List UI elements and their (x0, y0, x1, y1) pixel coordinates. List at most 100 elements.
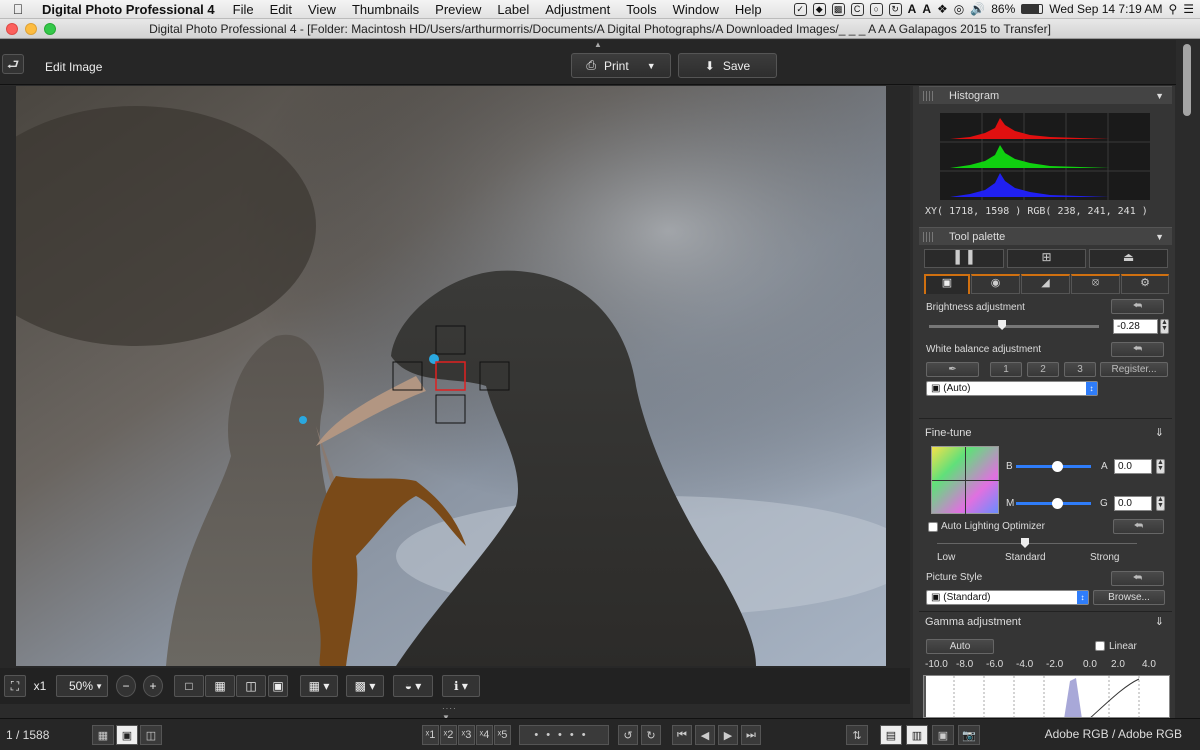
brightness-value-field[interactable]: -0.28 (1113, 319, 1158, 334)
adobe-icon-1[interactable]: A (908, 2, 917, 16)
search-status-icon[interactable]: ○ (869, 2, 883, 16)
wifi-icon[interactable]: ◎ (954, 2, 964, 16)
color-wheel-grid[interactable] (931, 446, 1000, 515)
drag-grip-icon[interactable] (923, 232, 933, 242)
previous-image-button[interactable]: ◀ (695, 725, 715, 745)
overlay-button[interactable]: ▣ (268, 675, 288, 697)
app-menu[interactable]: Digital Photo Professional 4 (36, 2, 225, 17)
grid-button[interactable]: ▦ ▾ (300, 675, 338, 697)
menu-adjustment[interactable]: Adjustment (537, 2, 618, 17)
drag-grip-icon[interactable] (923, 91, 933, 101)
g-value-field[interactable]: 0.0 (1114, 496, 1152, 511)
chevron-down-icon[interactable]: ▼ (647, 61, 656, 71)
menu-file[interactable]: File (225, 2, 262, 17)
back-button[interactable]: ⮐ (2, 54, 24, 74)
b-a-slider-knob[interactable] (1052, 461, 1063, 472)
brightness-stepper[interactable]: ▲ ▼ (1160, 319, 1169, 334)
picture-style-reset-button[interactable]: ⮪ (1111, 571, 1164, 586)
m-g-slider-knob[interactable] (1052, 498, 1063, 509)
thumbnail-grid-view-button[interactable]: ▦ (92, 725, 114, 745)
minimize-window-button[interactable] (25, 23, 37, 35)
rotate-left-button[interactable]: ↺ (618, 725, 638, 745)
rating-4-button[interactable]: ˣ4 (476, 725, 493, 745)
brightness-reset-button[interactable]: ⮪ (1111, 299, 1164, 314)
collapse-icon[interactable]: ⇓ (1155, 424, 1164, 442)
volume-icon[interactable]: 🔊 (970, 2, 985, 16)
collapse-icon[interactable]: ⇓ (1155, 613, 1164, 631)
subtab-basic[interactable]: ▣ (924, 274, 970, 294)
menu-tools[interactable]: Tools (618, 2, 664, 17)
bluetooth-icon[interactable]: ❖ (937, 2, 948, 16)
tool-tab-basic[interactable]: ▌▐ (924, 249, 1004, 268)
sort-button[interactable]: ⇅ (846, 725, 868, 745)
star-rating-dots[interactable]: ••••• (519, 725, 609, 745)
rotate-right-button[interactable]: ↻ (641, 725, 661, 745)
histogram-header[interactable]: Histogram ▼ (919, 86, 1172, 104)
subtab-detail[interactable]: ◉ (971, 274, 1020, 294)
wb-register-button[interactable]: Register... (1100, 362, 1168, 377)
wb-slot-3-button[interactable]: 3 (1064, 362, 1096, 377)
checkmark-status-icon[interactable]: ✓ (793, 2, 807, 16)
zoom-out-button[interactable]: − (116, 675, 136, 697)
subtab-tone[interactable]: ◢ (1021, 274, 1070, 294)
white-balance-select[interactable]: ▣ (Auto) ↕ (926, 381, 1098, 396)
layout-1-button[interactable]: ▤ (880, 725, 902, 745)
fine-tune-header[interactable]: Fine-tune ⇓ (919, 424, 1172, 442)
notification-center-icon[interactable]: ☰ (1183, 2, 1194, 16)
browse-button[interactable]: Browse... (1093, 590, 1165, 605)
gamma-graph[interactable] (923, 675, 1170, 718)
af-point-button[interactable]: □ (174, 675, 204, 697)
single-view-button[interactable]: ▣ (116, 725, 138, 745)
info-button[interactable]: ℹ ▾ (442, 675, 480, 697)
picture-style-select[interactable]: ▣ (Standard) ↕ (926, 590, 1089, 605)
filmstrip-view-button[interactable]: ◫ (140, 725, 162, 745)
battery-icon[interactable] (1021, 4, 1044, 14)
tool-tab-stamp[interactable]: ⏏ (1089, 249, 1168, 268)
white-balance-reset-button[interactable]: ⮪ (1111, 342, 1164, 357)
gamma-auto-button[interactable]: Auto (926, 639, 994, 654)
screen-icon[interactable]: ▩ (831, 2, 845, 16)
photo-canvas[interactable] (16, 86, 886, 666)
close-window-button[interactable] (6, 23, 18, 35)
layout-3-button[interactable]: ▣ (932, 725, 954, 745)
clock[interactable]: Wed Sep 14 7:19 AM (1049, 2, 1162, 16)
camera-button[interactable]: 📷 (958, 725, 980, 745)
auto-lighting-slider-knob[interactable] (1021, 538, 1029, 548)
a-value-field[interactable]: 0.0 (1114, 459, 1152, 474)
auto-lighting-checkbox[interactable] (928, 522, 938, 532)
auto-lighting-slider-track[interactable] (937, 543, 1137, 544)
copyright-icon[interactable]: C (850, 2, 864, 16)
menu-window[interactable]: Window (665, 2, 727, 17)
gamma-header[interactable]: Gamma adjustment ⇓ (919, 613, 1172, 631)
g-stepper[interactable]: ▲ ▼ (1156, 496, 1165, 511)
last-image-button[interactable]: ⏭ (741, 725, 761, 745)
subtab-color[interactable]: ⦻ (1071, 274, 1120, 294)
rating-1-button[interactable]: ˣ1 (422, 725, 439, 745)
menu-view[interactable]: View (300, 2, 344, 17)
adobe-icon-2[interactable]: A (922, 2, 931, 16)
menu-help[interactable]: Help (727, 2, 770, 17)
apple-menu-icon[interactable]:  (0, 1, 36, 17)
first-image-button[interactable]: ⏮ (672, 725, 692, 745)
rating-5-button[interactable]: ˣ5 (494, 725, 511, 745)
display-mode-button[interactable]: ◒ ▾ (393, 675, 433, 697)
menu-label[interactable]: Label (489, 2, 537, 17)
brightness-slider-track[interactable] (929, 325, 1099, 328)
linear-checkbox[interactable] (1095, 641, 1105, 651)
print-button[interactable]: ⎙ Print ▼ (571, 53, 671, 78)
rating-2-button[interactable]: ˣ2 (440, 725, 457, 745)
save-button[interactable]: ⬇ Save (678, 53, 777, 78)
spotlight-search-icon[interactable]: ⚲ (1168, 2, 1177, 16)
menu-edit[interactable]: Edit (262, 2, 300, 17)
highlight-warning-button[interactable]: ▩ ▾ (346, 675, 384, 697)
compare-button[interactable]: ▦ (205, 675, 235, 697)
tool-palette-header[interactable]: Tool palette ▼ (919, 227, 1172, 245)
collapse-toolbar-icon[interactable]: ▲ (594, 40, 602, 49)
rating-3-button[interactable]: ˣ3 (458, 725, 475, 745)
menu-thumbnails[interactable]: Thumbnails (344, 2, 427, 17)
chevron-down-icon[interactable]: ▼ (1155, 228, 1164, 246)
brightness-slider-knob[interactable] (998, 320, 1007, 330)
dropbox-icon[interactable]: ◆ (812, 2, 826, 16)
panel-scrollbar[interactable] (1176, 40, 1200, 718)
subtab-settings[interactable]: ⚙ (1121, 274, 1169, 294)
